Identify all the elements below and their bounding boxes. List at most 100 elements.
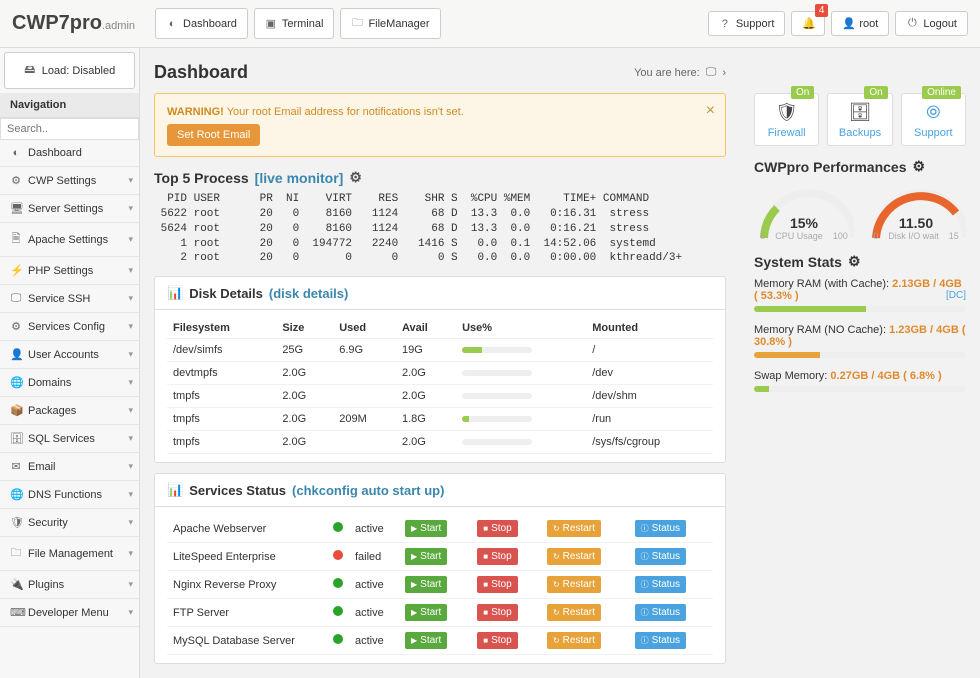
start-button[interactable]: ▶Start: [405, 520, 447, 537]
status-button[interactable]: ⓘStatus: [635, 604, 686, 621]
table-row: /dev/simfs25G6.9G19G/: [167, 339, 713, 362]
menu-icon: ⚡: [10, 264, 22, 277]
top5-title: Top 5 Process [live monitor] ⚙: [154, 169, 726, 186]
sidebar-item-label: Domains: [28, 377, 71, 389]
sidebar-item-label: CWP Settings: [28, 175, 96, 187]
firewall-tile[interactable]: On 🛡 Firewall: [754, 93, 819, 146]
table-header: Size: [276, 318, 333, 339]
status-button[interactable]: ⓘStatus: [635, 520, 686, 537]
sidebar-item-dns-functions[interactable]: 🌐DNS Functions▾: [0, 481, 139, 509]
sidebar-item-apache-settings[interactable]: 🗎Apache Settings▾: [0, 223, 139, 257]
nav-filemanager[interactable]: 🗀FileManager: [340, 8, 440, 39]
restart-button[interactable]: ↻Restart: [547, 604, 601, 621]
chevron-down-icon: ▾: [128, 265, 133, 276]
user-button[interactable]: 👤root: [831, 11, 889, 36]
menu-icon: 🖵: [10, 292, 22, 305]
load-indicator[interactable]: 🖴Load: Disabled: [4, 52, 135, 89]
menu-icon: 🌐: [10, 488, 22, 501]
menu-icon: 🖥: [10, 202, 22, 215]
gear-icon[interactable]: ⚙: [912, 158, 925, 175]
chevron-down-icon: ▾: [128, 175, 133, 186]
sidebar-item-services-config[interactable]: ⚙Services Config▾: [0, 313, 139, 341]
sidebar-item-label: Security: [28, 517, 68, 529]
stop-icon: ■: [483, 608, 488, 617]
monitor-icon: 🖵: [706, 66, 717, 79]
refresh-icon: ↻: [553, 524, 560, 533]
stop-button[interactable]: ■Stop: [477, 604, 517, 621]
backups-tile[interactable]: On 🗄 Backups: [827, 93, 892, 146]
restart-button[interactable]: ↻Restart: [547, 520, 601, 537]
start-button[interactable]: ▶Start: [405, 604, 447, 621]
sidebar-item-server-settings[interactable]: 🖥Server Settings▾: [0, 195, 139, 223]
restart-button[interactable]: ↻Restart: [547, 576, 601, 593]
stop-button[interactable]: ■Stop: [477, 548, 517, 565]
support-tile[interactable]: Online ⦾ Support: [901, 93, 966, 146]
folder-icon: 🗀: [351, 14, 363, 33]
disk-details-link[interactable]: (disk details): [269, 286, 348, 301]
chevron-down-icon: ▾: [128, 433, 133, 444]
chkconfig-link[interactable]: (chkconfig auto start up): [292, 483, 444, 498]
nav-terminal[interactable]: ▣Terminal: [254, 8, 335, 39]
refresh-icon: ↻: [553, 552, 560, 561]
dc-link[interactable]: [DC]: [946, 290, 966, 301]
info-icon: ⓘ: [641, 635, 649, 646]
stats-title: System Stats ⚙: [754, 253, 966, 270]
stop-icon: ■: [483, 636, 488, 645]
stop-button[interactable]: ■Stop: [477, 520, 517, 537]
stop-button[interactable]: ■Stop: [477, 632, 517, 649]
search-input[interactable]: [0, 118, 139, 140]
brand: CWP7pro.admin: [12, 12, 135, 35]
sidebar-item-plugins[interactable]: 🔌Plugins▾: [0, 571, 139, 599]
refresh-icon: ↻: [553, 608, 560, 617]
ram-nocache-stat: Memory RAM (NO Cache): 1.23GB / 4GB ( 30…: [754, 324, 966, 348]
sidebar-item-cwp-settings[interactable]: ⚙ CWP Settings ▾: [0, 167, 139, 195]
sidebar-item-dashboard[interactable]: ◐Dashboard: [0, 140, 139, 167]
set-root-email-button[interactable]: Set Root Email: [167, 124, 260, 146]
start-button[interactable]: ▶Start: [405, 576, 447, 593]
support-button[interactable]: ?Support: [708, 11, 786, 36]
table-header: Avail: [396, 318, 456, 339]
start-button[interactable]: ▶Start: [405, 632, 447, 649]
status-dot-icon: [333, 578, 343, 588]
tile-label: Support: [906, 127, 961, 139]
logout-button[interactable]: ⏻Logout: [895, 11, 968, 36]
sidebar-item-email[interactable]: ✉Email▾: [0, 453, 139, 481]
stop-button[interactable]: ■Stop: [477, 576, 517, 593]
sidebar-item-service-ssh[interactable]: 🖵Service SSH▾: [0, 285, 139, 313]
breadcrumb: You are here: 🖵 ›: [634, 66, 726, 79]
gear-icon[interactable]: ⚙: [848, 253, 861, 270]
brand-sub: .admin: [102, 20, 135, 32]
status-button[interactable]: ⓘStatus: [635, 548, 686, 565]
sidebar-item-domains[interactable]: 🌐Domains▾: [0, 369, 139, 397]
start-button[interactable]: ▶Start: [405, 548, 447, 565]
disk-table: FilesystemSizeUsedAvailUse%Mounted /dev/…: [167, 318, 713, 454]
menu-icon: 📦: [10, 404, 22, 417]
info-icon: ⓘ: [641, 579, 649, 590]
table-row: devtmpfs2.0G2.0G/dev: [167, 362, 713, 385]
sidebar-item-file-management[interactable]: 🗀File Management▾: [0, 537, 139, 571]
live-monitor-link[interactable]: [live monitor]: [255, 170, 344, 186]
status-button[interactable]: ⓘStatus: [635, 632, 686, 649]
notifications-button[interactable]: 🔔4: [791, 11, 825, 36]
chevron-down-icon: ▾: [128, 579, 133, 590]
restart-button[interactable]: ↻Restart: [547, 632, 601, 649]
cpu-gauge: 15% 0 CPU Usage 100: [754, 183, 854, 241]
sidebar-item-security[interactable]: 🛡Security▾: [0, 509, 139, 537]
restart-button[interactable]: ↻Restart: [547, 548, 601, 565]
close-icon[interactable]: ×: [706, 102, 715, 120]
info-icon: ⓘ: [641, 607, 649, 618]
sidebar-item-sql-services[interactable]: 🗄SQL Services▾: [0, 425, 139, 453]
status-button[interactable]: ⓘStatus: [635, 576, 686, 593]
sidebar-item-label: PHP Settings: [28, 265, 93, 277]
nav-dashboard[interactable]: ◐Dashboard: [155, 8, 248, 39]
chevron-down-icon: ▾: [128, 349, 133, 360]
menu-icon: ⚙: [10, 174, 22, 187]
table-row: tmpfs2.0G209M1.8G/run: [167, 408, 713, 431]
gear-icon[interactable]: ⚙: [349, 169, 362, 186]
sidebar-item-developer-menu[interactable]: ⌨Developer Menu▾: [0, 599, 139, 627]
sidebar-item-packages[interactable]: 📦Packages▾: [0, 397, 139, 425]
sidebar-item-php-settings[interactable]: ⚡ PHP Settings ▾: [0, 257, 139, 285]
table-row: Apache Webserveractive▶Start■Stop↻Restar…: [167, 515, 713, 543]
menu-icon: ⚙: [10, 320, 22, 333]
sidebar-item-user-accounts[interactable]: 👤User Accounts▾: [0, 341, 139, 369]
